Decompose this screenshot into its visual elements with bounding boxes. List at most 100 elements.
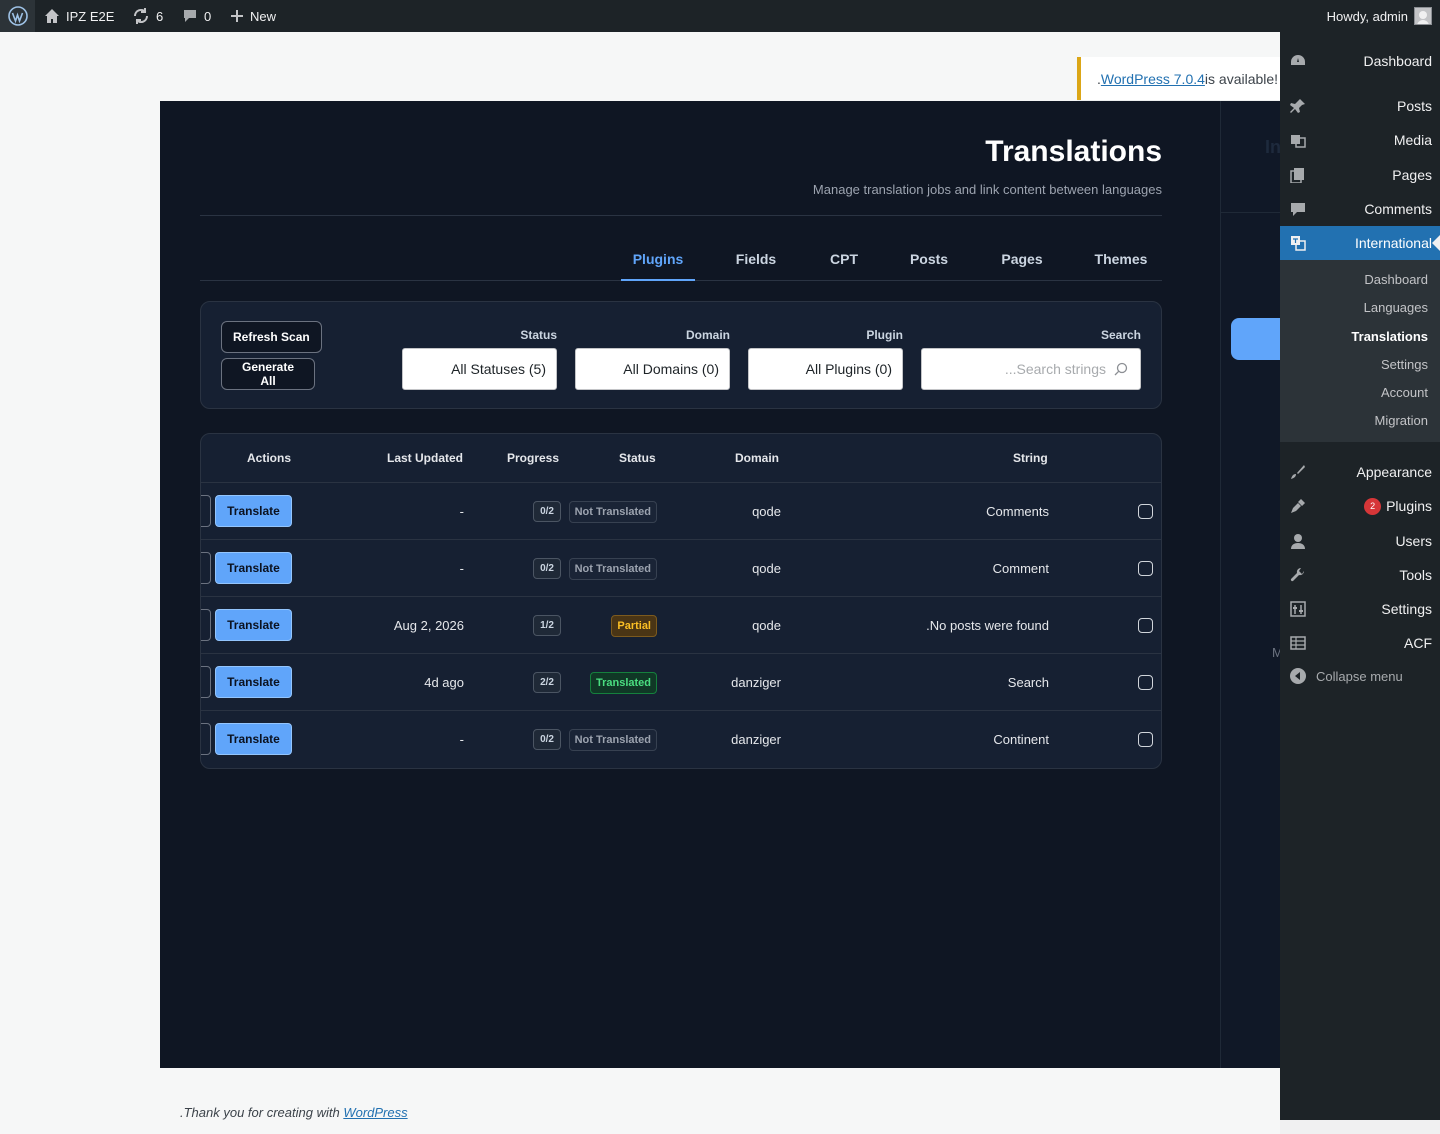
progress-cell: 0/2 (511, 711, 561, 768)
submenu-item-migration[interactable]: Migration (1375, 413, 1428, 428)
tab-cpt[interactable]: CPT (819, 241, 869, 281)
row-checkbox[interactable] (1138, 618, 1153, 633)
menu-item-users[interactable]: Users (1280, 524, 1440, 558)
row-menu-button[interactable] (201, 495, 211, 527)
admin-bar: IPZ E2E 6 0 New Howdy, admin (0, 0, 1440, 32)
row-menu-button[interactable] (201, 723, 211, 755)
new-content-link[interactable]: New (230, 0, 276, 32)
side-panel-heading: In (1265, 137, 1280, 157)
menu-item-label: Plugins (1386, 498, 1432, 514)
update-link[interactable]: WordPress 7.0.4 (1101, 71, 1205, 87)
site-name-link[interactable]: IPZ E2E (44, 0, 114, 32)
menu-item-plugins[interactable]: 2 Plugins (1280, 489, 1440, 523)
column-last-updated: Last Updated (387, 451, 464, 465)
menu-item-comments[interactable]: Comments (1280, 192, 1440, 226)
string-cell: Search (1007, 675, 1049, 690)
search-input[interactable] (922, 349, 1112, 389)
domain-cell: qode (752, 618, 781, 633)
footer-wordpress-link[interactable]: WordPress (343, 1105, 407, 1120)
side-panel-divider (1221, 212, 1280, 213)
menu-item-label: ACF (1404, 635, 1432, 651)
menu-item-label: Posts (1396, 98, 1432, 114)
collapse-menu-button[interactable]: Collapse menu (1280, 659, 1440, 693)
page-title: Translations (985, 135, 1162, 168)
translate-button[interactable]: Translate (215, 723, 292, 755)
wrench-icon (1290, 567, 1305, 582)
search-icon (1114, 362, 1128, 376)
last-updated-cell: - (459, 732, 464, 747)
translate-button[interactable]: Translate (215, 666, 292, 698)
side-panel: In M (1220, 101, 1280, 1068)
status-select[interactable]: All Statuses (5) (402, 348, 557, 390)
menu-item-settings[interactable]: Settings (1280, 592, 1440, 626)
translate-button[interactable]: Translate (215, 552, 292, 584)
submenu-item-account[interactable]: Account (1381, 385, 1428, 400)
refresh-scan-button[interactable]: Refresh Scan (221, 321, 322, 353)
strings-table: Actions Last Updated Progress Status Dom… (200, 433, 1162, 769)
menu-item-pages[interactable]: Pages (1280, 158, 1440, 192)
row-checkbox[interactable] (1138, 561, 1153, 576)
media-icon (1291, 135, 1306, 148)
string-cell: Comment (992, 561, 1049, 576)
row-menu-button[interactable] (201, 609, 211, 641)
side-panel-text: M (1272, 645, 1280, 660)
tab-posts[interactable]: Posts (900, 241, 958, 281)
table-row: Translate 4d ago 2/2 Translated danziger Sear… (201, 654, 1161, 711)
menu-item-appearance[interactable]: Appearance (1280, 455, 1440, 489)
site-name: IPZ E2E (66, 8, 115, 24)
row-menu-button[interactable] (201, 666, 211, 698)
translate-button[interactable]: Translate (215, 609, 292, 641)
menu-item-acf[interactable]: ACF (1280, 626, 1440, 660)
menu-item-dashboard[interactable]: Dashboard (1280, 44, 1440, 78)
domain-select[interactable]: All Domains (0) (575, 348, 730, 390)
international-submenu: Dashboard Languages Translations Settings Ac… (1280, 260, 1440, 442)
menu-item-label: Appearance (1356, 464, 1432, 480)
progress-badge: 2/2 (533, 672, 561, 693)
domain-cell: danziger (731, 732, 781, 747)
submenu-item-dashboard[interactable]: Dashboard (1364, 272, 1428, 287)
menu-item-media[interactable]: Media (1280, 123, 1440, 157)
submenu-item-settings[interactable]: Settings (1381, 357, 1428, 372)
comment-icon (1291, 203, 1305, 216)
generate-all-button[interactable]: Generate All (221, 358, 315, 390)
menu-item-label: Pages (1392, 167, 1432, 183)
tab-pages[interactable]: Pages (991, 241, 1053, 281)
wordpress-logo-icon[interactable] (0, 0, 35, 32)
status-badge: Not Translated (568, 500, 657, 523)
comments-link[interactable]: 0 (182, 0, 211, 32)
collapse-label: Collapse menu (1316, 668, 1403, 684)
progress-badge: 0/2 (533, 558, 561, 579)
tab-fields[interactable]: Fields (726, 241, 786, 281)
row-checkbox[interactable] (1138, 675, 1153, 690)
menu-item-label: Comments (1364, 201, 1432, 217)
updates-link[interactable]: 6 (132, 0, 163, 32)
row-checkbox[interactable] (1138, 732, 1153, 747)
sliders-icon (1290, 601, 1306, 617)
menu-item-posts[interactable]: Posts (1280, 89, 1440, 123)
account-menu[interactable]: Howdy, admin (1327, 0, 1432, 32)
row-checkbox[interactable] (1138, 504, 1153, 519)
search-filter-label: Search (1100, 328, 1141, 342)
string-cell: Comments (986, 504, 1049, 519)
last-updated-cell: Aug 2, 2026 (393, 618, 464, 633)
string-cell: .No posts were found (926, 618, 1049, 633)
tab-themes[interactable]: Themes (1085, 241, 1157, 281)
progress-cell: 0/2 (511, 483, 561, 540)
translate-button[interactable]: Translate (215, 495, 292, 527)
domain-cell: danziger (731, 675, 781, 690)
progress-cell: 1/2 (511, 597, 561, 654)
brush-icon (1291, 465, 1305, 479)
submenu-item-translations[interactable]: Translations (1351, 329, 1428, 344)
menu-item-tools[interactable]: Tools (1280, 558, 1440, 592)
row-menu-button[interactable] (201, 552, 211, 584)
submenu-item-languages[interactable]: Languages (1364, 300, 1428, 315)
side-panel-button[interactable] (1231, 318, 1280, 360)
comment-icon (184, 10, 196, 22)
tab-bar: Plugins Fields CPT Posts Pages Themes (200, 241, 1162, 281)
translations-app: In M Translations Manage translation job… (160, 101, 1280, 1068)
menu-item-international[interactable]: International (1280, 226, 1440, 260)
tab-plugins[interactable]: Plugins (621, 241, 695, 281)
grid-icon (1290, 636, 1306, 650)
status-cell: Partial (571, 597, 657, 654)
plugin-select[interactable]: All Plugins (0) (748, 348, 903, 390)
